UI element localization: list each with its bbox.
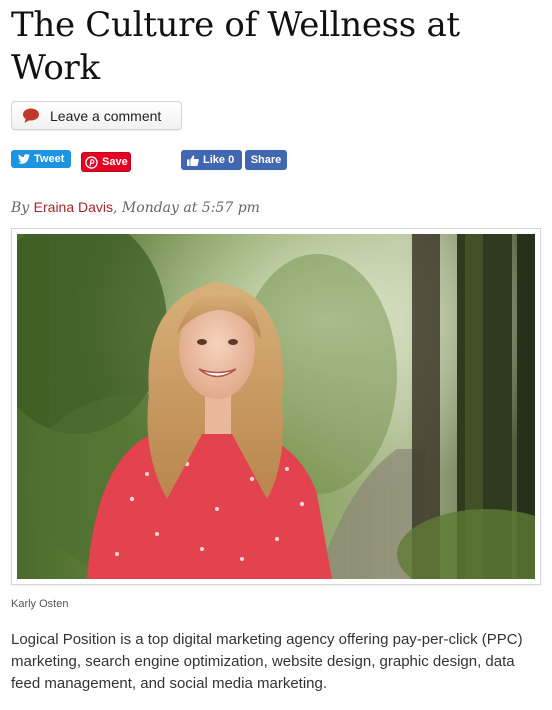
pinterest-save-button[interactable]: Save <box>81 152 131 172</box>
pinterest-icon <box>85 155 98 169</box>
article-byline: By Eraina Davis, Monday at 5:57 pm <box>11 199 260 216</box>
save-label: Save <box>102 156 128 168</box>
facebook-share-button[interactable]: Share <box>245 150 287 170</box>
like-label: Like 0 <box>203 154 235 166</box>
author-link[interactable]: Eraina Davis <box>34 199 113 215</box>
article-body: Logical Position is a top digital market… <box>11 631 523 692</box>
tweet-button[interactable]: Tweet <box>11 150 71 168</box>
article-title: The Culture of Wellness at Work <box>11 5 460 88</box>
byline-prefix: By <box>11 200 30 216</box>
article-photo-frame <box>11 228 541 585</box>
leave-comment-button[interactable]: Leave a comment <box>11 101 182 130</box>
share-bar: Tweet Save Like 0 Share <box>11 150 301 172</box>
thumbs-up-icon <box>187 154 199 166</box>
tweet-label: Tweet <box>34 153 65 165</box>
publish-date: , Monday at 5:57 pm <box>113 200 260 216</box>
facebook-like-button[interactable]: Like 0 <box>181 150 242 170</box>
twitter-bird-icon <box>18 154 30 164</box>
share-label: Share <box>250 154 282 166</box>
portrait-photo <box>17 234 535 579</box>
photo-caption: Karly Osten <box>11 598 69 610</box>
leave-comment-label: Leave a comment <box>50 107 162 124</box>
speech-bubble-icon <box>23 108 39 123</box>
